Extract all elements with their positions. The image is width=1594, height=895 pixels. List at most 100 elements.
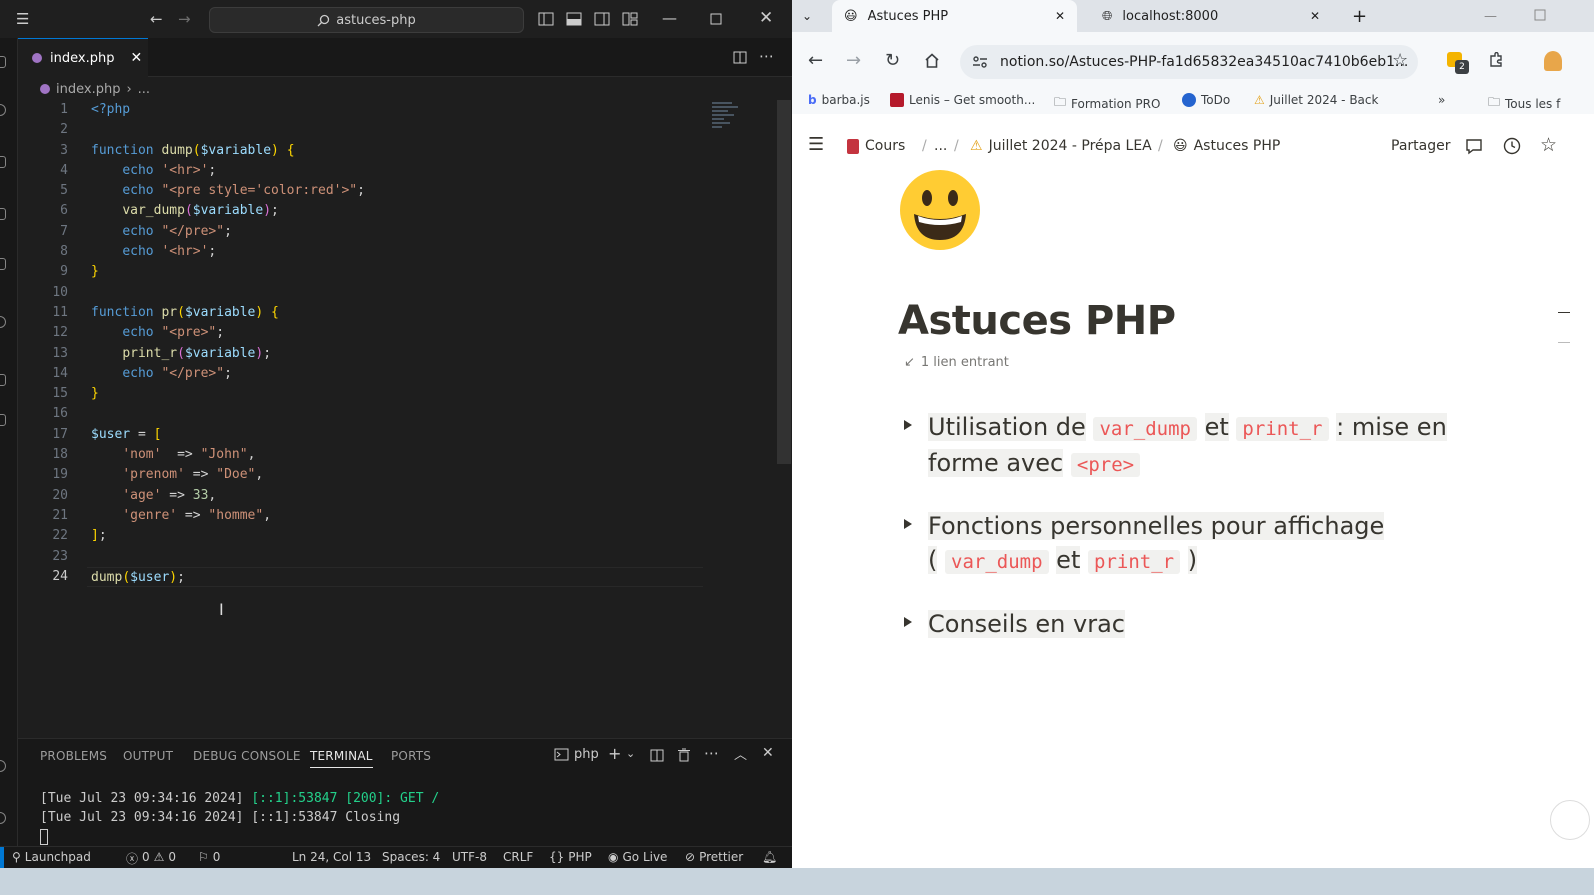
back-icon[interactable]: ←: [808, 50, 823, 71]
code-editor[interactable]: <?php function dump($variable) { echo '<…: [87, 100, 711, 588]
launchpad-item[interactable]: ⚲ Launchpad: [12, 850, 91, 864]
more-actions-icon[interactable]: ⋯: [704, 744, 719, 762]
maximize-panel-icon[interactable]: ︿: [734, 744, 747, 763]
breadcrumb-cours[interactable]: Cours: [847, 138, 905, 154]
history-clock-icon[interactable]: [1503, 137, 1521, 155]
menu-icon[interactable]: ☰: [16, 9, 29, 29]
search-activity-icon[interactable]: [0, 104, 6, 116]
docker-icon[interactable]: [0, 414, 6, 426]
home-icon[interactable]: [924, 53, 940, 68]
line-ending[interactable]: CRLF: [503, 850, 533, 864]
new-tab-button[interactable]: +: [1352, 0, 1367, 32]
bookmark-formation-pro[interactable]: 🗀︎ Formation PRO: [1054, 93, 1160, 114]
customize-layout-icon[interactable]: [622, 12, 638, 26]
language-mode[interactable]: {} PHP: [549, 850, 592, 864]
tab-search-icon[interactable]: ⌄: [802, 0, 822, 32]
ports-status[interactable]: ⚐ 0: [198, 850, 220, 864]
close-tab-icon[interactable]: ✕: [130, 50, 142, 66]
sidebar-menu-icon[interactable]: ☰: [808, 134, 824, 155]
favorite-star-icon[interactable]: ☆: [1540, 134, 1557, 156]
minimize-icon[interactable]: —: [1484, 0, 1497, 32]
tab-terminal[interactable]: TERMINAL: [310, 749, 373, 768]
more-bookmarks-icon[interactable]: »: [1438, 93, 1445, 107]
maximize-icon[interactable]: [710, 13, 722, 25]
back-arrow-icon[interactable]: ←: [150, 9, 163, 29]
account-icon[interactable]: [0, 760, 6, 772]
extensions-icon[interactable]: [0, 258, 6, 270]
address-bar[interactable]: notion.so/Astuces-PHP-fa1d65832ea34510ac…: [960, 45, 1418, 79]
tab-debug-console[interactable]: DEBUG CONSOLE: [193, 749, 301, 763]
run-debug-icon[interactable]: [0, 208, 6, 220]
command-center-search[interactable]: astuces-php: [209, 7, 524, 33]
share-button[interactable]: Partager: [1391, 138, 1450, 154]
extensions-puzzle-icon[interactable]: [1488, 52, 1504, 68]
tab-index-php[interactable]: index.php ✕: [18, 38, 148, 77]
tab-problems[interactable]: PROBLEMS: [40, 749, 107, 763]
line-number: 16: [52, 406, 68, 422]
remote-icon[interactable]: [0, 316, 6, 328]
forward-icon[interactable]: →: [846, 50, 861, 71]
close-panel-icon[interactable]: ✕: [762, 745, 774, 761]
minimap[interactable]: [712, 100, 740, 140]
tab-ports[interactable]: PORTS: [391, 749, 431, 763]
toggle-triangle-icon[interactable]: [904, 519, 912, 529]
backlinks[interactable]: ↙ 1 lien entrant: [904, 355, 1009, 370]
forward-arrow-icon[interactable]: →: [178, 9, 191, 29]
more-actions-icon[interactable]: ⋯: [759, 46, 774, 66]
close-tab-icon[interactable]: ✕: [1310, 9, 1320, 23]
breadcrumb-juillet[interactable]: ⚠ Juillet 2024 - Prépa LEA: [970, 138, 1152, 154]
minimize-icon[interactable]: —: [662, 8, 677, 28]
go-live-button[interactable]: ◉ Go Live: [608, 850, 667, 864]
encoding[interactable]: UTF-8: [452, 850, 487, 864]
close-window-icon[interactable]: ✕: [759, 8, 773, 28]
toggle-secondary-sidebar-icon[interactable]: [594, 12, 610, 26]
trash-icon[interactable]: [678, 748, 690, 762]
split-terminal-icon[interactable]: [650, 749, 664, 762]
remote-indicator[interactable]: [0, 847, 4, 868]
manage-gear-icon[interactable]: [0, 812, 6, 824]
close-tab-icon[interactable]: ✕: [1055, 9, 1065, 23]
terminal-profile[interactable]: php: [554, 747, 599, 762]
toggle-block-1[interactable]: Utilisation de var_dump et print_r : mis…: [904, 410, 1458, 482]
split-editor-icon[interactable]: [733, 51, 747, 64]
extension-badge-icon[interactable]: 2: [1447, 52, 1469, 74]
bookmark-barba[interactable]: b barba.js: [808, 93, 870, 107]
tab-localhost[interactable]: 🌐︎ localhost:8000 ✕: [1092, 0, 1332, 32]
bookmark-all-folders[interactable]: 🗀︎ Tous les f: [1488, 93, 1560, 114]
testing-icon[interactable]: [0, 374, 6, 386]
tab-astuces-php[interactable]: 😃 Astuces PHP ✕: [832, 0, 1077, 32]
cursor-position[interactable]: Ln 24, Col 13: [292, 850, 371, 864]
reload-icon[interactable]: ↻: [885, 50, 900, 71]
bookmark-todo[interactable]: ToDo: [1182, 93, 1230, 107]
breadcrumb-more[interactable]: ...: [138, 82, 150, 97]
avatar[interactable]: [1544, 51, 1562, 71]
bookmark-star-icon[interactable]: ☆: [1392, 50, 1408, 71]
problems-status[interactable]: ⓧ 0 ⚠ 0: [126, 850, 176, 867]
bookmark-lenis[interactable]: Lenis – Get smooth...: [890, 93, 1035, 107]
tab-output[interactable]: OUTPUT: [123, 749, 173, 763]
toggle-sidebar-icon[interactable]: [538, 12, 554, 26]
notion-ai-button[interactable]: [1550, 800, 1590, 840]
breadcrumb-astuces[interactable]: 😃 Astuces PHP: [1173, 138, 1280, 154]
prettier-status[interactable]: ⊘ Prettier: [685, 850, 743, 864]
comment-icon[interactable]: [1465, 138, 1483, 155]
breadcrumb-file[interactable]: index.php: [56, 82, 120, 97]
toggle-block-3[interactable]: Conseils en vrac: [904, 607, 1125, 641]
toggle-triangle-icon[interactable]: [904, 617, 912, 627]
source-control-icon[interactable]: [0, 156, 6, 168]
breadcrumb-ellipsis[interactable]: ...: [934, 138, 947, 154]
editor-scrollbar[interactable]: [777, 100, 791, 464]
toggle-triangle-icon[interactable]: [904, 420, 912, 430]
explorer-icon[interactable]: [0, 56, 6, 68]
toggle-panel-icon[interactable]: [566, 12, 582, 26]
page-title[interactable]: Astuces PHP: [898, 298, 1176, 344]
site-settings-icon[interactable]: [972, 55, 988, 69]
chevron-down-icon[interactable]: ⌄: [626, 747, 635, 760]
terminal-output[interactable]: [Tue Jul 23 09:34:16 2024] [::1]:53847 […: [40, 789, 439, 846]
indentation[interactable]: Spaces: 4: [382, 850, 440, 864]
bookmark-juillet[interactable]: ⚠ Juillet 2024 - Back: [1254, 93, 1378, 107]
toggle-block-2[interactable]: Fonctions personnelles pour affichage ( …: [904, 509, 1458, 579]
new-terminal-icon[interactable]: +: [608, 744, 621, 763]
bell-icon[interactable]: 🔔︎: [762, 850, 777, 864]
maximize-icon[interactable]: [1534, 9, 1546, 21]
